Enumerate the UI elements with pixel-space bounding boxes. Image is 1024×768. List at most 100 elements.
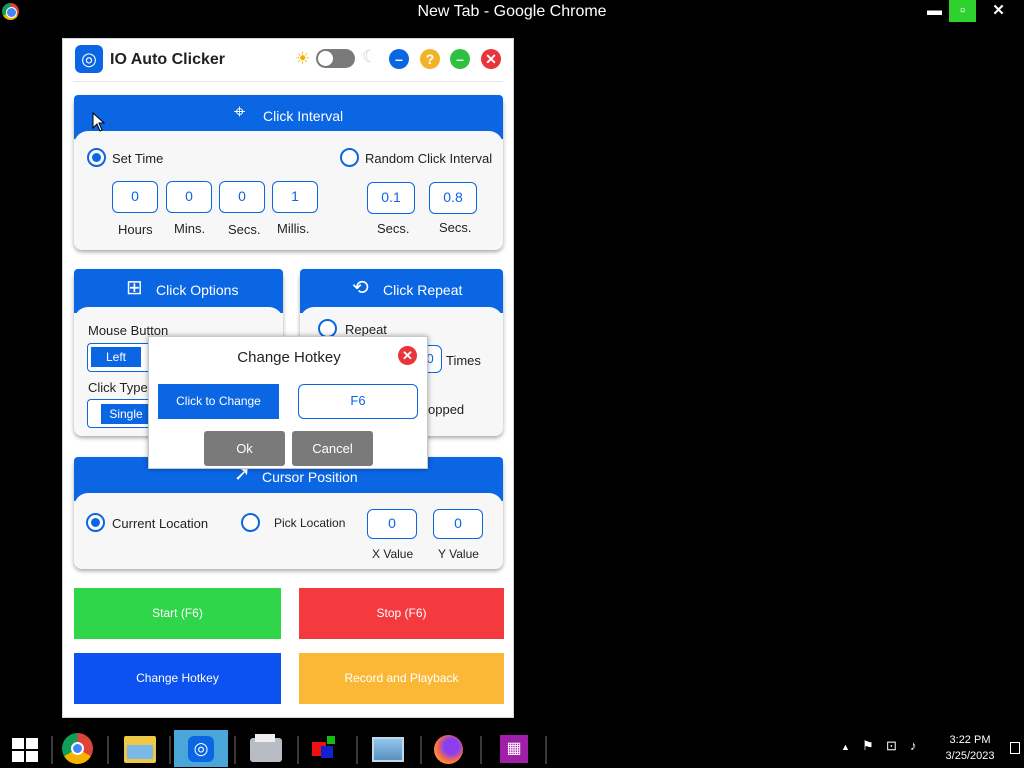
- change-hotkey-button[interactable]: Change Hotkey: [74, 653, 281, 704]
- printer-icon: [250, 734, 282, 762]
- x-value-input[interactable]: 0: [367, 509, 417, 539]
- taskbar-shapes-app[interactable]: [299, 730, 353, 767]
- click-type-label: Click Type: [88, 380, 148, 395]
- repeat-label: Repeat: [345, 322, 387, 337]
- grid-app-icon: ▦: [500, 735, 528, 763]
- auto-clicker-taskbar-icon: ◎: [188, 736, 214, 762]
- taskbar-firefox[interactable]: [422, 730, 476, 767]
- clock-date: 3/25/2023: [945, 750, 995, 762]
- random-max-label: Secs.: [439, 220, 472, 235]
- speaker-muted-icon[interactable]: ♪: [910, 738, 917, 753]
- click-interval-body: Set Time Random Click Interval 0 0 0 1 H…: [74, 131, 503, 250]
- current-location-label: Current Location: [112, 516, 209, 531]
- minimize-button[interactable]: –: [389, 49, 409, 69]
- minutes-input[interactable]: 0: [166, 181, 212, 213]
- taskbar-separator: [480, 736, 482, 764]
- shapes-icon-part: [321, 746, 333, 758]
- pick-location-label: Pick Location: [274, 516, 346, 530]
- hours-label: Hours: [118, 222, 153, 237]
- cursor-click-icon: ⌖: [234, 101, 246, 123]
- firefox-icon: [434, 735, 463, 764]
- random-min-input[interactable]: 0.1: [367, 182, 415, 214]
- mouse-cursor-icon: [92, 112, 106, 132]
- title-divider: [73, 81, 503, 82]
- taskbar-chrome[interactable]: [52, 730, 106, 767]
- random-max-input[interactable]: 0.8: [429, 182, 477, 214]
- click-repeat-title: Click Repeat: [383, 282, 463, 298]
- millis-input[interactable]: 1: [272, 181, 318, 213]
- moon-icon: ☾: [362, 47, 378, 66]
- close-button[interactable]: ✕: [481, 49, 501, 69]
- taskbar-separator: [356, 736, 358, 764]
- window-maximize-button[interactable]: ▫: [949, 0, 976, 22]
- taskbar-image-viewer[interactable]: [360, 730, 414, 767]
- millis-label: Millis.: [277, 221, 310, 236]
- shapes-icon-part: [327, 736, 335, 744]
- start-button[interactable]: Start (F6): [74, 588, 281, 639]
- repeat-cursor-icon: ⟲: [352, 277, 369, 299]
- random-interval-radio[interactable]: [340, 148, 359, 167]
- window-close-button[interactable]: ✕: [985, 0, 1012, 22]
- ok-button[interactable]: Ok: [204, 431, 285, 466]
- clock-time: 3:22 PM: [949, 734, 991, 746]
- change-hotkey-dialog: Change Hotkey ✕ Click to Change F6 Ok Ca…: [148, 336, 428, 469]
- tray-clock[interactable]: 3:22 PM 3/25/2023: [940, 732, 1000, 764]
- taskbar-file-explorer[interactable]: [112, 730, 166, 767]
- click-interval-title: Click Interval: [263, 108, 344, 124]
- pick-location-radio[interactable]: [241, 513, 260, 532]
- grid-cursor-icon: ⊞: [126, 277, 143, 299]
- chrome-taskbar-icon: [62, 733, 93, 764]
- picture-icon: [372, 737, 404, 762]
- cursor-position-panel: ➚ Cursor Position Current Location Pick …: [74, 457, 503, 569]
- mouse-button-left[interactable]: Left: [91, 347, 141, 367]
- until-stopped-label: opped: [428, 402, 465, 417]
- taskbar-printer-app[interactable]: [238, 730, 292, 767]
- dialog-close-icon[interactable]: ✕: [398, 346, 417, 365]
- maximize-button[interactable]: –: [450, 49, 470, 69]
- random-min-label: Secs.: [377, 221, 410, 236]
- click-to-change-button[interactable]: Click to Change: [158, 384, 279, 419]
- notification-icon[interactable]: [1010, 742, 1020, 754]
- stop-button[interactable]: Stop (F6): [299, 588, 504, 639]
- taskbar-separator: [545, 736, 547, 764]
- hours-input[interactable]: 0: [112, 181, 158, 213]
- folder-icon: [124, 736, 156, 763]
- browser-title: New Tab - Google Chrome: [417, 3, 607, 20]
- y-value-label: Y Value: [438, 547, 479, 561]
- seconds-input[interactable]: 0: [219, 181, 265, 213]
- windows-logo-icon: [12, 738, 38, 762]
- sun-icon: ☀: [295, 49, 311, 68]
- click-options-title: Click Options: [156, 282, 239, 298]
- click-type-single[interactable]: Single: [101, 404, 151, 424]
- tray-expand-icon[interactable]: ▲: [841, 742, 850, 752]
- current-location-radio[interactable]: [86, 513, 105, 532]
- set-time-label: Set Time: [112, 151, 164, 166]
- record-playback-button[interactable]: Record and Playback: [299, 653, 504, 704]
- theme-toggle[interactable]: [316, 49, 355, 68]
- app-title: IO Auto Clicker: [110, 51, 225, 68]
- taskbar-separator: [234, 736, 236, 764]
- cursor-position-title: Cursor Position: [262, 469, 358, 485]
- set-time-radio[interactable]: [87, 148, 106, 167]
- click-interval-panel: ⌖ Click Interval Set Time Random Click I…: [74, 95, 503, 250]
- random-interval-label: Random Click Interval: [365, 151, 493, 166]
- network-icon[interactable]: ⊡: [886, 738, 897, 754]
- x-value-label: X Value: [372, 547, 414, 561]
- y-value-input[interactable]: 0: [433, 509, 483, 539]
- app-logo-icon: ◎: [75, 45, 103, 73]
- minutes-label: Mins.: [174, 221, 206, 236]
- help-button[interactable]: ?: [420, 49, 440, 69]
- flag-icon[interactable]: ⚑: [862, 738, 874, 754]
- taskbar-separator: [169, 736, 171, 764]
- cancel-button[interactable]: Cancel: [292, 431, 373, 466]
- taskbar-separator: [107, 736, 109, 764]
- cursor-position-body: Current Location Pick Location 0 0 X Val…: [74, 493, 503, 569]
- dialog-title: Change Hotkey: [237, 349, 341, 366]
- window-minimize-button[interactable]: ▬: [921, 0, 948, 22]
- taskbar-purple-app[interactable]: ▦: [486, 730, 540, 767]
- seconds-label: Secs.: [228, 222, 261, 237]
- hotkey-field[interactable]: F6: [298, 384, 418, 419]
- taskbar: ◎ ▦ ▲ ⚑ ⊡ ♪ 3:22 PM 3/25/2023: [0, 728, 1024, 768]
- start-button-windows[interactable]: [0, 730, 48, 767]
- taskbar-auto-clicker[interactable]: ◎: [174, 730, 228, 767]
